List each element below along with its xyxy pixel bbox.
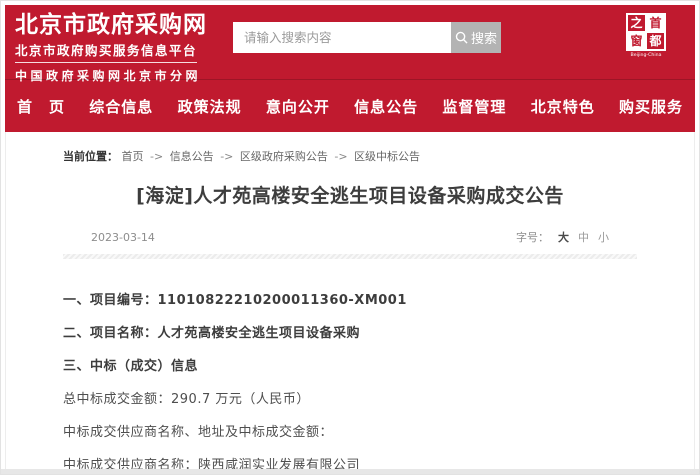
article-body: 一、项目编号：11010822210200011360-XM001 二、项目名称… — [63, 294, 637, 469]
seal-char-du: 都 — [646, 32, 665, 50]
seal-char-zhi: 之 — [627, 14, 646, 32]
breadcrumb-item-qujizhongbiaogonggao[interactable]: 区级中标公告 — [354, 150, 420, 163]
para-project-number: 一、项目编号：11010822210200011360-XM001 — [63, 294, 637, 307]
font-size-large[interactable]: 大 — [558, 229, 569, 245]
search-box: 搜索 — [233, 22, 501, 53]
search-button[interactable]: 搜索 — [451, 22, 501, 53]
breadcrumb-item-xinxigonggao[interactable]: 信息公告 — [170, 150, 214, 163]
browser-page: 北京市政府采购网 北京市政府购买服务信息平台 中国政府采购网北京市分网 搜索 — [0, 0, 700, 475]
breadcrumb-separator: -> — [220, 150, 233, 163]
breadcrumb-separator: -> — [334, 150, 347, 163]
para-supplier-heading: 中标成交供应商名称、地址及中标成交金额： — [63, 426, 637, 439]
nav-item-goumaifuwu[interactable]: 购买服务 — [619, 96, 683, 117]
nav-item-zhengcefagui[interactable]: 政策法规 — [178, 96, 242, 117]
capital-window-seal: 之 首 窗 都 — [626, 13, 666, 51]
main-navigation: 首 页 综合信息 政策法规 意向公开 信息公告 监督管理 北京特色 购买服务 — [5, 79, 695, 132]
breadcrumb-separator: -> — [150, 150, 163, 163]
seal-char-chuang: 窗 — [627, 32, 646, 50]
font-size-label: 字号： — [516, 229, 549, 245]
publish-date: 2023-03-14 — [91, 231, 155, 244]
nav-item-yixianggongkai[interactable]: 意向公开 — [266, 96, 330, 117]
para-total-amount: 总中标成交金额：290.7 万元（人民币） — [63, 393, 637, 406]
search-icon — [455, 31, 468, 44]
bottom-edge-strip — [1, 469, 699, 474]
site-logo-title: 北京市政府采购网 — [15, 12, 207, 38]
site-header: 北京市政府采购网 北京市政府购买服务信息平台 中国政府采购网北京市分网 搜索 — [5, 5, 695, 132]
capital-window-logo[interactable]: 之 首 窗 都 Beijing-China — [625, 13, 667, 59]
breadcrumb-label: 当前位置： — [63, 150, 118, 163]
nav-item-beijingtese[interactable]: 北京特色 — [531, 96, 595, 117]
nav-item-jianduguanli[interactable]: 监督管理 — [442, 96, 506, 117]
title-divider — [63, 254, 637, 259]
breadcrumb: 当前位置： 首页 -> 信息公告 -> 区级政府采购公告 -> 区级中标公告 — [63, 148, 637, 164]
seal-char-shou: 首 — [646, 14, 665, 32]
content-area: 当前位置： 首页 -> 信息公告 -> 区级政府采购公告 -> 区级中标公告 [… — [5, 132, 695, 469]
site-logo[interactable]: 北京市政府采购网 北京市政府购买服务信息平台 中国政府采购网北京市分网 — [15, 12, 207, 84]
article-meta-row: 2023-03-14 字号： 大 中 小 — [63, 229, 637, 245]
header-top: 北京市政府采购网 北京市政府购买服务信息平台 中国政府采购网北京市分网 搜索 — [5, 5, 695, 79]
nav-item-zonghexinxi[interactable]: 综合信息 — [89, 96, 153, 117]
search-input[interactable] — [233, 22, 451, 53]
nav-item-home[interactable]: 首 页 — [17, 96, 65, 117]
font-size-control: 字号： 大 中 小 — [516, 229, 609, 245]
site-logo-subtitle: 北京市政府购买服务信息平台 — [15, 38, 197, 63]
nav-item-xinxigonggao[interactable]: 信息公告 — [354, 96, 418, 117]
capital-window-caption: Beijing-China — [630, 52, 663, 57]
breadcrumb-item-qujicaigougonggao[interactable]: 区级政府采购公告 — [240, 150, 328, 163]
article-title: [海淀]人才苑高楼安全逃生项目设备采购成交公告 — [63, 181, 637, 208]
para-award-info-heading: 三、中标（成交）信息 — [63, 360, 637, 373]
para-project-name: 二、项目名称：人才苑高楼安全逃生项目设备采购 — [63, 327, 637, 340]
search-button-label: 搜索 — [471, 28, 497, 47]
para-supplier-name: 中标成交供应商名称：陕西咸润实业发展有限公司 — [63, 459, 637, 469]
font-size-medium[interactable]: 中 — [578, 229, 589, 245]
font-size-small[interactable]: 小 — [598, 229, 609, 245]
breadcrumb-item-home[interactable]: 首页 — [122, 150, 144, 163]
